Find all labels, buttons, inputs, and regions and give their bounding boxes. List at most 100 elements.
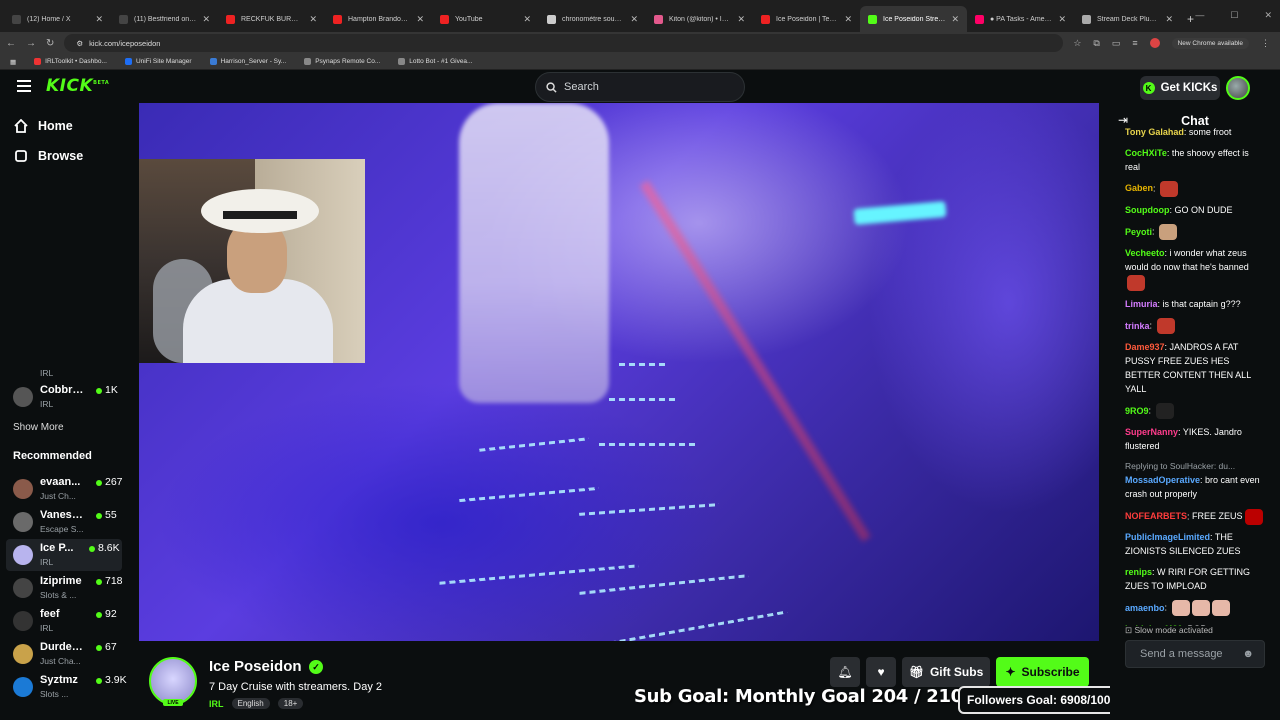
back-icon[interactable]: ← [6, 38, 16, 49]
tab-favicon [975, 14, 984, 24]
sidebar-channel-item[interactable]: Syztmz 3.9K Slots ... [13, 671, 127, 703]
gift-subs-button[interactable]: 🎁︎ Gift Subs [902, 657, 990, 687]
sidebar-channel-item[interactable]: evaan... 267 Just Ch... [13, 473, 123, 505]
browser-tab[interactable]: Hampton Brandon Hit By ✕ [325, 6, 432, 32]
address-bar: ← → ↻ ⚙ kick.com/iceposeidon ☆ ⧉ ▭ ≡ New… [0, 32, 1280, 54]
menu-kebab-icon[interactable]: ⋮ [1261, 38, 1270, 49]
chat-username[interactable]: Soupdoop [1125, 205, 1170, 215]
tab-close-icon[interactable]: ✕ [416, 14, 424, 25]
chat-username[interactable]: Vecheeto [1125, 248, 1165, 258]
chat-username[interactable]: Gaben [1125, 183, 1153, 193]
channel-name[interactable]: Ice Poseidon [209, 658, 302, 675]
sidebar-channel-item[interactable]: Vaness... 55 Escape S... [13, 506, 123, 538]
browser-tab[interactable]: YouTube ✕ [432, 6, 539, 32]
sub-goal-overlay: Sub Goal: Monthly Goal 204 / 210 - [634, 686, 977, 707]
chat-username[interactable]: PublicImageLimited [1125, 532, 1210, 542]
tab-close-icon[interactable]: ✕ [1165, 14, 1173, 25]
cast-icon[interactable]: ≡ [1132, 38, 1137, 48]
sidebar-channel-item[interactable]: Ice P... 8.6K IRL [6, 539, 122, 571]
chat-username[interactable]: renips [1125, 567, 1152, 577]
category-link[interactable]: IRL [209, 699, 224, 709]
video-player[interactable] [139, 103, 1099, 641]
browser-tab[interactable]: Ice Poseidon | Tea Time w ✕ [753, 6, 860, 32]
chat-username[interactable]: Dame937 [1125, 342, 1165, 352]
bookmark-item[interactable]: Psynaps Remote Co... [304, 58, 380, 65]
bookmark-star-icon[interactable]: ☆ [1073, 38, 1081, 49]
bookmark-item[interactable]: Lotto Bot - #1 Givea... [398, 58, 472, 65]
tab-close-icon[interactable]: ✕ [202, 14, 210, 25]
bookmark-item[interactable]: IRLToolkit • Dashbo... [34, 58, 107, 65]
channel-avatar[interactable] [149, 657, 197, 705]
url-field[interactable]: ⚙ kick.com/iceposeidon [64, 34, 1064, 52]
close-window-icon[interactable]: ✕ [1264, 10, 1272, 21]
chat-username[interactable]: CocHXiTe [1125, 148, 1167, 158]
chat-username[interactable]: trinka [1125, 321, 1150, 331]
chat-emote [1155, 403, 1174, 420]
sidebar-item-home[interactable]: Home [14, 119, 73, 133]
tab-close-icon[interactable]: ✕ [309, 14, 317, 25]
reload-icon[interactable]: ↻ [46, 38, 54, 49]
profile-avatar[interactable] [1149, 38, 1160, 48]
sidebar-channel-item[interactable]: feef 92 IRL [13, 605, 123, 637]
chat-username[interactable]: Tony Galahad [1125, 127, 1184, 137]
chat-username[interactable]: amaenbo [1125, 603, 1165, 613]
bookmark-favicon [34, 58, 42, 65]
extensions-icon[interactable]: ⧉ [1093, 38, 1099, 49]
kick-logo[interactable]: KICKBETA [46, 76, 109, 96]
menu-hamburger-icon[interactable] [17, 80, 31, 92]
notifications-button[interactable]: 🔔︎ [830, 657, 860, 687]
bookmark-item[interactable]: UniFi Site Manager [124, 58, 192, 65]
tab-close-icon[interactable]: ✕ [1058, 14, 1066, 25]
browser-tab[interactable]: ● PA Tasks - Amer Muwaq ✕ [967, 6, 1074, 32]
user-avatar[interactable] [1226, 76, 1250, 100]
emoji-icon[interactable]: ☻ [1242, 648, 1254, 660]
chat-separator: : [1157, 298, 1163, 309]
tag-mature[interactable]: 18+ [277, 698, 304, 709]
site-info-icon[interactable]: ⚙ [76, 39, 83, 48]
show-more-link[interactable]: Show More [13, 422, 64, 433]
sidebar-item-browse[interactable]: Browse [14, 149, 83, 163]
forward-icon[interactable]: → [26, 38, 36, 49]
chat-username[interactable]: 9RO9 [1125, 406, 1149, 416]
browser-tabbar: (12) Home / X✕(11) Bestfriend on X: ".."… [0, 0, 1280, 32]
tab-title: chronomètre souverain ru [562, 15, 625, 23]
minimize-icon[interactable]: — [1195, 10, 1204, 21]
chat-username[interactable]: Peyoti [1125, 227, 1152, 237]
browser-tab[interactable]: Ice Poseidon Stream ✕ [860, 6, 967, 32]
get-kicks-button[interactable]: K Get KICKs [1140, 76, 1220, 100]
get-kicks-label: Get KICKs [1160, 82, 1218, 94]
browser-tab[interactable]: Kiton (@kiton) • Instagram ✕ [646, 6, 753, 32]
browser-tab[interactable]: (12) Home / X ✕ [4, 6, 111, 32]
follow-button[interactable]: ♥ [866, 657, 896, 687]
tag-language[interactable]: English [231, 698, 270, 709]
sidebar-channel-item[interactable]: Durdee... 67 Just Cha... [13, 638, 123, 670]
chat-username[interactable]: NOFEARBETS [1125, 511, 1187, 521]
search-input[interactable]: Search [535, 72, 745, 102]
tab-favicon [226, 14, 235, 24]
channel-avatar-small [13, 611, 33, 631]
chat-emote [1160, 181, 1179, 198]
split-view-icon[interactable]: ▭ [1112, 38, 1121, 49]
new-chrome-available-button[interactable]: New Chrome available [1171, 37, 1249, 49]
tab-close-icon[interactable]: ✕ [523, 14, 531, 25]
browser-tab[interactable]: chronomètre souverain ru ✕ [539, 6, 646, 32]
tab-close-icon[interactable]: ✕ [95, 14, 103, 25]
maximize-icon[interactable]: ☐ [1230, 10, 1238, 21]
browser-tab[interactable]: (11) Bestfriend on X: ".." ✕ [111, 6, 218, 32]
chat-input[interactable]: Send a message ☻ [1125, 640, 1265, 668]
apps-grid-icon[interactable]: ▦ [10, 58, 16, 66]
tab-title: ● PA Tasks - Amer Muwaq [990, 15, 1052, 23]
tab-close-icon[interactable]: ✕ [630, 14, 638, 25]
sidebar-channel-item[interactable]: Cobbruvs 1K IRL [13, 381, 123, 413]
tab-close-icon[interactable]: ✕ [951, 14, 959, 25]
tab-close-icon[interactable]: ✕ [737, 14, 745, 25]
subscribe-button[interactable]: ✦ Subscribe [996, 657, 1089, 687]
chat-username[interactable]: Limuria [1125, 299, 1158, 309]
chat-username[interactable]: MossadOperative [1125, 475, 1200, 485]
bookmark-item[interactable]: Harrison_Server - Sy... [209, 58, 286, 65]
sidebar-channel-item[interactable]: Iziprime 718 Slots & ... [13, 572, 123, 604]
chat-username[interactable]: SuperNanny [1125, 427, 1178, 437]
tab-close-icon[interactable]: ✕ [844, 14, 852, 25]
browser-tab[interactable]: RECKFUK BURGER - YouTu ✕ [218, 6, 325, 32]
browser-tab[interactable]: Stream Deck Plugins | Bg ✕ [1074, 6, 1181, 32]
